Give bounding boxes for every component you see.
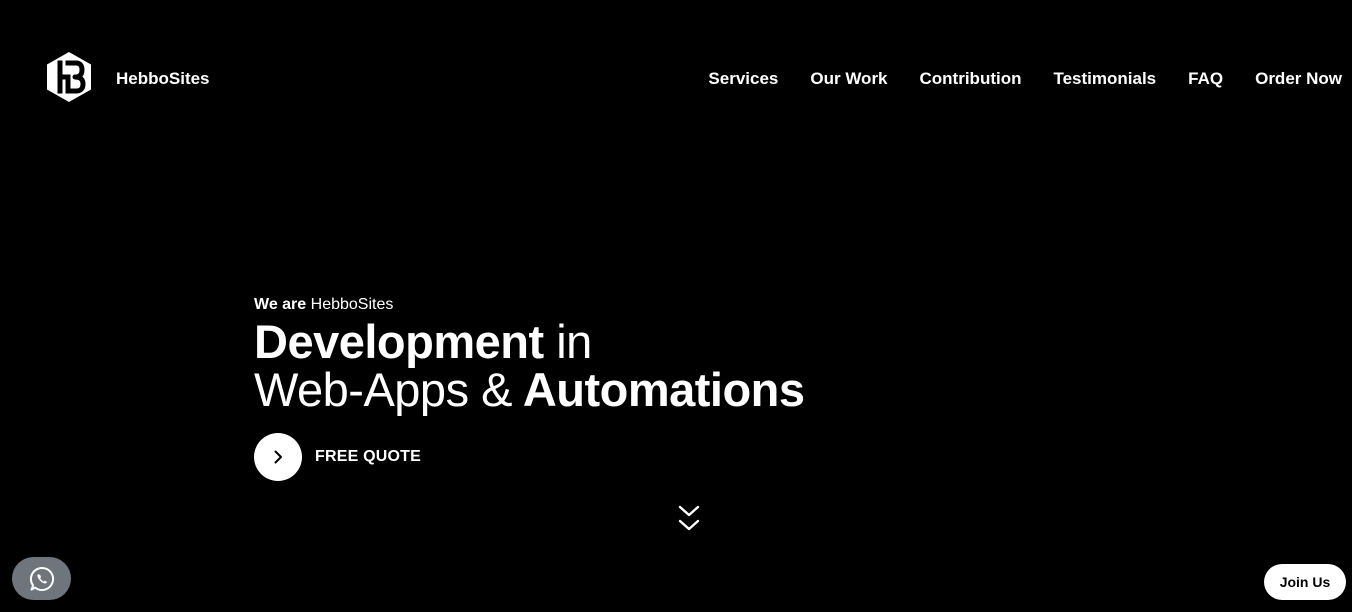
main-nav: Services Our Work Contribution Testimoni… [708, 69, 1342, 89]
site-header: HebboSites Services Our Work Contributio… [0, 0, 1352, 160]
nav-item-services[interactable]: Services [708, 69, 778, 89]
cta-circle[interactable] [254, 433, 302, 481]
nav-item-faq[interactable]: FAQ [1188, 69, 1223, 89]
headline-development: Development [254, 315, 544, 368]
free-quote-button[interactable]: FREE QUOTE [254, 433, 421, 481]
hebbosites-logo-icon[interactable] [44, 50, 94, 104]
headline-automations: Automations [522, 363, 805, 416]
double-chevron-down-icon[interactable] [678, 504, 700, 534]
nav-item-contribution[interactable]: Contribution [920, 69, 1022, 89]
headline-web-apps: Web-Apps & [254, 363, 512, 416]
hero-intro: We are HebboSites [254, 295, 974, 315]
brand-name[interactable]: HebboSites [116, 69, 210, 89]
whatsapp-icon [29, 566, 54, 591]
whatsapp-button[interactable] [12, 557, 71, 600]
headline-in: in [556, 315, 592, 368]
join-us-button[interactable]: Join Us [1264, 564, 1346, 600]
hero-intro-brand: HebboSites [310, 296, 394, 313]
hero-headline: Development in Web-Apps & Automations [254, 318, 974, 414]
nav-item-testimonials[interactable]: Testimonials [1053, 69, 1156, 89]
free-quote-label[interactable]: FREE QUOTE [315, 448, 421, 466]
hero-intro-bold: We are [254, 296, 307, 313]
chevron-right-icon [274, 450, 282, 464]
nav-item-order-now[interactable]: Order Now [1255, 69, 1342, 89]
nav-item-our-work[interactable]: Our Work [810, 69, 887, 89]
hero-section: We are HebboSites Development in Web-App… [254, 295, 974, 414]
